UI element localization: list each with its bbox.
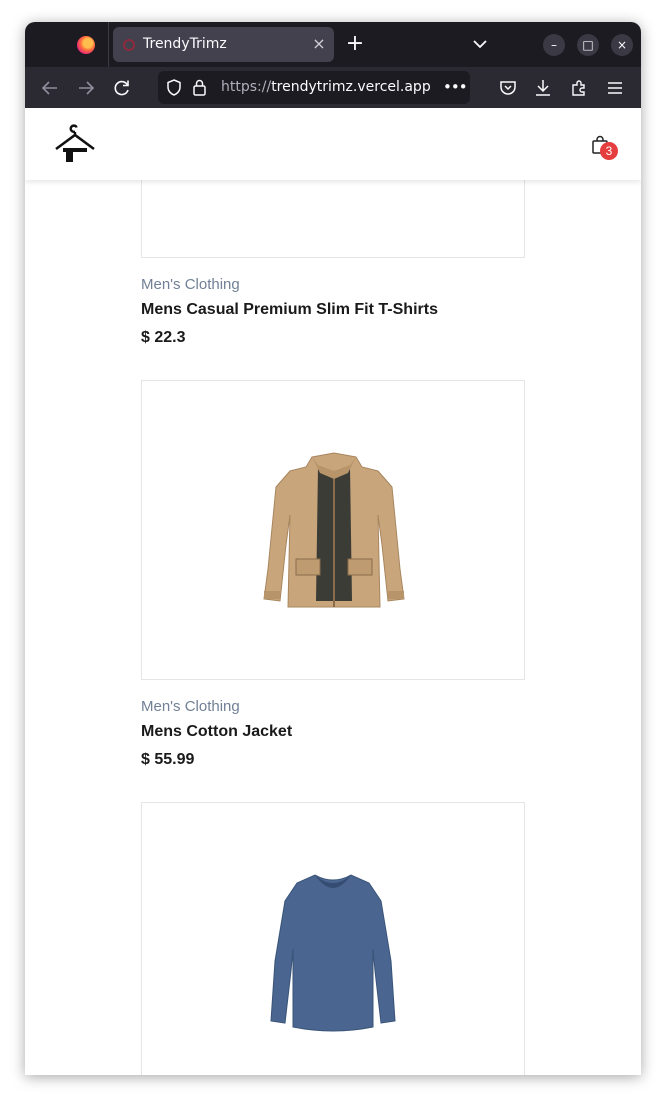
firefox-icon[interactable] bbox=[77, 36, 95, 54]
tab-trendytrimz[interactable]: TrendyTrimz × bbox=[113, 27, 334, 62]
page-actions-button[interactable]: ••• bbox=[443, 75, 468, 99]
pocket-icon[interactable] bbox=[498, 78, 518, 98]
forward-icon[interactable] bbox=[76, 78, 96, 98]
product-image-frame[interactable] bbox=[141, 380, 525, 680]
menu-icon[interactable] bbox=[605, 78, 625, 98]
tab-separator bbox=[108, 22, 109, 67]
close-window-button[interactable]: × bbox=[611, 34, 633, 56]
maximize-button[interactable]: □ bbox=[577, 34, 599, 56]
reload-icon[interactable] bbox=[112, 78, 132, 98]
tab-title: TrendyTrimz bbox=[143, 36, 227, 52]
hanger-logo-icon[interactable] bbox=[53, 122, 97, 166]
product-name[interactable]: Mens Casual Premium Slim Fit T-Shirts bbox=[141, 301, 438, 319]
lock-icon[interactable] bbox=[192, 79, 207, 96]
url-host: trendytrimz.vercel.app bbox=[271, 79, 431, 95]
shield-icon[interactable] bbox=[166, 79, 182, 96]
browser-window: TrendyTrimz × + – □ × https://trendytrim… bbox=[25, 22, 641, 1075]
product-category: Men's Clothing bbox=[141, 698, 240, 715]
extensions-icon[interactable] bbox=[569, 78, 589, 98]
tab-strip: TrendyTrimz × + – □ × bbox=[25, 22, 641, 67]
product-price: $ 55.99 bbox=[141, 751, 195, 768]
jacket-image bbox=[263, 452, 405, 608]
new-tab-button[interactable]: + bbox=[343, 32, 367, 56]
product-name[interactable]: Mens Cotton Jacket bbox=[141, 723, 292, 741]
tab-close-icon[interactable]: × bbox=[309, 33, 329, 55]
minimize-button[interactable]: – bbox=[543, 34, 565, 56]
shirt-image bbox=[270, 874, 396, 1032]
product-price: $ 22.3 bbox=[141, 329, 186, 346]
favicon-icon bbox=[123, 39, 135, 51]
download-icon[interactable] bbox=[533, 78, 553, 98]
page-content: 3 Men's Clothing Mens Casual Premium Sli… bbox=[25, 108, 641, 1075]
product-image-frame[interactable] bbox=[141, 802, 525, 1075]
url-protocol: https:// bbox=[221, 79, 272, 95]
back-icon[interactable] bbox=[40, 78, 60, 98]
address-bar[interactable]: https://trendytrimz.vercel.app ••• bbox=[158, 71, 470, 104]
cart-count-badge: 3 bbox=[600, 142, 618, 160]
site-header: 3 bbox=[25, 108, 641, 180]
navigation-toolbar: https://trendytrimz.vercel.app ••• bbox=[25, 67, 641, 108]
chevron-down-icon[interactable] bbox=[469, 34, 491, 54]
url-text[interactable]: https://trendytrimz.vercel.app bbox=[221, 79, 431, 95]
product-category: Men's Clothing bbox=[141, 276, 240, 293]
